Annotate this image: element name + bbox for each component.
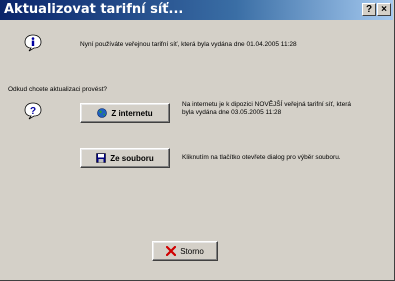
red-x-icon bbox=[166, 246, 177, 256]
question-icon: ? bbox=[24, 102, 42, 120]
svg-text:?: ? bbox=[30, 106, 36, 117]
file-desc: Kliknutím na tlačítko otevřete dialog pr… bbox=[182, 154, 341, 161]
question-prompt: Odkud chcete aktualizaci provést? bbox=[8, 86, 107, 93]
internet-desc-line1: Na internetu je k dipozici NOVĚJŠÍ veřej… bbox=[182, 101, 351, 108]
from-internet-label: Z internetu bbox=[111, 108, 153, 118]
globe-icon bbox=[97, 108, 108, 118]
from-file-button[interactable]: Ze souboru bbox=[80, 148, 170, 168]
cancel-label: Storno bbox=[180, 246, 204, 256]
help-button[interactable]: ? bbox=[362, 3, 376, 16]
close-button[interactable]: × bbox=[377, 3, 391, 16]
from-internet-button[interactable]: Z internetu bbox=[80, 103, 170, 123]
cancel-button[interactable]: Storno bbox=[152, 241, 218, 261]
dialog-window: Aktualizovat tarifní síť... ? × Nyní pou… bbox=[0, 0, 395, 281]
from-file-label: Ze souboru bbox=[110, 153, 154, 163]
info-text: Nyní používáte veřejnou tarifní síť, kte… bbox=[80, 41, 297, 48]
title-bar[interactable]: Aktualizovat tarifní síť... ? × bbox=[0, 0, 393, 20]
internet-desc-line2: byla vydána dne 03.05.2005 11:28 bbox=[182, 109, 282, 116]
info-icon bbox=[24, 34, 42, 52]
window-title: Aktualizovat tarifní síť... bbox=[4, 2, 184, 17]
floppy-disk-icon bbox=[96, 153, 106, 163]
